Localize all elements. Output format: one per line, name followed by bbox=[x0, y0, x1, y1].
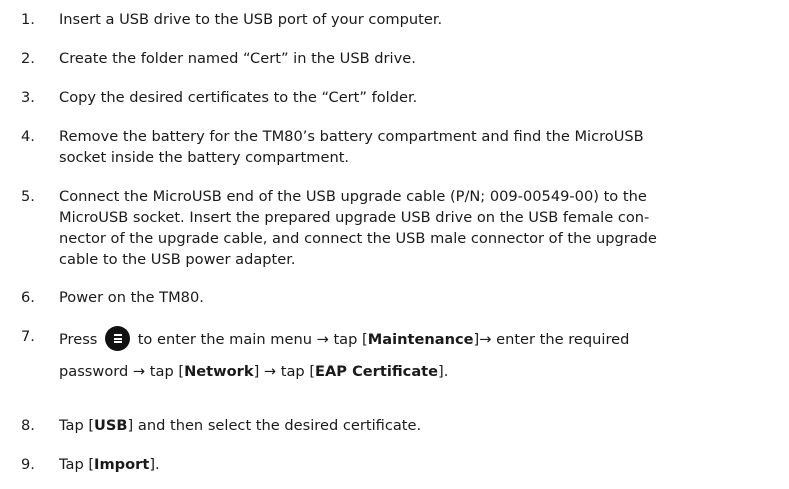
step-text: Power on the TM80. bbox=[59, 289, 204, 306]
step-text-segment: ]. bbox=[149, 456, 160, 473]
step-text-line: Press to enter the main menu → tap [Main… bbox=[59, 326, 771, 351]
step-text: Press to enter the main menu → tap [Main… bbox=[59, 326, 771, 382]
network-menu-ref: Network bbox=[184, 363, 254, 380]
step-text: Insert a USB drive to the USB port of yo… bbox=[59, 11, 443, 28]
usb-menu-ref: USB bbox=[94, 417, 128, 434]
step-text-segment: Tap [ bbox=[59, 456, 95, 473]
step-text: Copy the desired certificates to the “Ce… bbox=[59, 89, 418, 106]
step-text-segment: ]. bbox=[438, 363, 449, 380]
step-text-line: nector of the upgrade cable, and connect… bbox=[59, 230, 657, 247]
menu-button-icon bbox=[105, 326, 131, 351]
step-text-line: Connect the MicroUSB end of the USB upgr… bbox=[59, 188, 647, 205]
step-text-line: Remove the battery for the TM80’s batter… bbox=[59, 128, 644, 145]
step-text-segment: ]→ enter the required bbox=[473, 331, 630, 348]
step-text-line: MicroUSB socket. Insert the prepared upg… bbox=[59, 209, 650, 226]
step-number: 5. bbox=[21, 188, 35, 205]
step-text-segment: password → tap [ bbox=[59, 363, 185, 380]
step-text: Create the folder named “Cert” in the US… bbox=[59, 50, 416, 67]
step-text: Connect the MicroUSB end of the USB upgr… bbox=[59, 186, 771, 270]
step-number: 7. bbox=[21, 328, 35, 345]
step-text-segment: ] and then select the desired certificat… bbox=[127, 417, 422, 434]
step-number: 1. bbox=[21, 11, 35, 28]
step-text: Tap [USB] and then select the desired ce… bbox=[59, 415, 771, 436]
step-text-segment: ] → tap [ bbox=[253, 363, 316, 380]
import-menu-ref: Import bbox=[94, 456, 150, 473]
maintenance-menu-ref: Maintenance bbox=[367, 331, 474, 348]
step-text-segment: Tap [ bbox=[59, 417, 95, 434]
step-number: 8. bbox=[21, 417, 35, 434]
step-number: 6. bbox=[21, 289, 35, 306]
instruction-list: 1. Insert a USB drive to the USB port of… bbox=[0, 0, 789, 489]
eap-certificate-menu-ref: EAP Certificate bbox=[315, 363, 439, 380]
step-text-line: socket inside the battery compartment. bbox=[59, 149, 350, 166]
step-text-segment: to enter the main menu → tap [ bbox=[137, 331, 368, 348]
step-text-line: password → tap [Network] → tap [EAP Cert… bbox=[59, 361, 771, 382]
step-number: 3. bbox=[21, 89, 35, 106]
press-label: Press bbox=[59, 331, 98, 348]
step-number: 4. bbox=[21, 128, 35, 145]
step-text: Tap [Import]. bbox=[59, 454, 771, 475]
step-number: 9. bbox=[21, 456, 35, 473]
step-text: Remove the battery for the TM80’s batter… bbox=[59, 126, 771, 168]
step-number: 2. bbox=[21, 50, 35, 67]
step-text-line: cable to the USB power adapter. bbox=[59, 251, 296, 268]
